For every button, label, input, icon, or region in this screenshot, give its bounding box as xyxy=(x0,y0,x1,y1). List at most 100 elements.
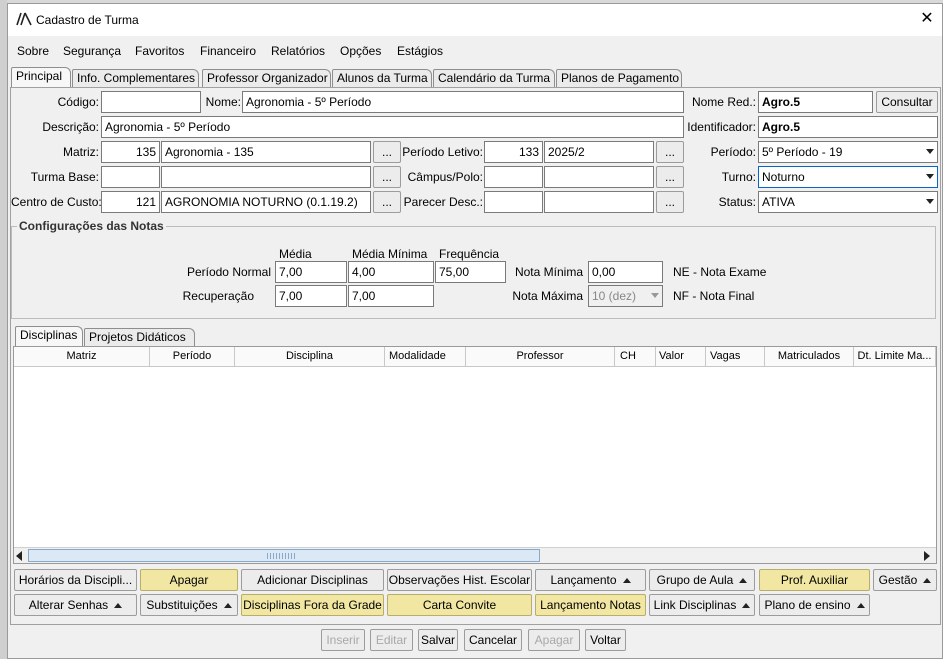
nota-maxima-label: Nota Máxima xyxy=(512,289,583,303)
turma-base-lookup-button[interactable]: ... xyxy=(373,166,401,188)
menu-relatorios[interactable]: Relatórios xyxy=(271,44,325,58)
nota-maxima-select: 10 (dez) xyxy=(588,285,663,307)
nome-field[interactable]: Agronomia - 5º Período xyxy=(242,91,684,113)
carta-convite-button[interactable]: Carta Convite xyxy=(387,594,532,616)
periodo-letivo-code-field[interactable]: 133 xyxy=(484,141,543,163)
grid-col-matriculados[interactable]: Matriculados xyxy=(765,347,854,367)
nota-minima-label: Nota Mínima xyxy=(514,265,583,279)
chevron-up-icon xyxy=(742,603,751,608)
rec-media-field[interactable]: 7,00 xyxy=(275,285,347,307)
parecer-lookup-button[interactable]: ... xyxy=(656,191,684,213)
ne-legend: NE - Nota Exame xyxy=(673,265,767,279)
centro-custo-code-field[interactable]: 121 xyxy=(101,191,160,213)
pn-media-field[interactable]: 7,00 xyxy=(275,261,347,283)
grid-col-ch[interactable]: CH xyxy=(615,347,656,367)
lancamento-notas-button[interactable]: Lançamento Notas xyxy=(535,594,646,616)
col-frequencia-header: Frequência xyxy=(439,247,500,261)
chevron-up-icon xyxy=(223,603,232,608)
sub-tabs: Disciplinas Projetos Didáticos xyxy=(15,326,415,346)
scroll-thumb[interactable] xyxy=(28,549,540,562)
tab-principal[interactable]: Principal xyxy=(11,67,71,87)
campus-code-field[interactable] xyxy=(484,166,543,188)
grid-col-professor[interactable]: Professor xyxy=(466,347,615,367)
matriz-lookup-button[interactable]: ... xyxy=(373,141,401,163)
periodo-select[interactable]: 5º Período - 19 xyxy=(758,141,938,163)
menu-estagios[interactable]: Estágios xyxy=(397,44,443,58)
substituicoes-menu-button[interactable]: Substituições xyxy=(140,594,238,616)
gestao-menu-button[interactable]: Gestão xyxy=(873,569,937,591)
grid-col-disciplina[interactable]: Disciplina xyxy=(235,347,385,367)
pn-frequencia-field[interactable]: 75,00 xyxy=(435,261,506,283)
observacoes-hist-escolar-button[interactable]: Observações Hist. Escolar xyxy=(387,569,532,591)
centro-custo-name-field[interactable]: AGRONOMIA NOTURNO (0.1.19.2) xyxy=(161,191,371,213)
tab-alunos-turma[interactable]: Alunos da Turma xyxy=(332,69,432,87)
scroll-right-icon[interactable] xyxy=(924,551,930,561)
codigo-label: Código: xyxy=(57,95,99,109)
grid-col-periodo[interactable]: Período xyxy=(150,347,235,367)
voltar-button[interactable]: Voltar xyxy=(585,629,626,651)
turno-select[interactable]: Noturno xyxy=(758,166,938,188)
matriz-code-field[interactable]: 135 xyxy=(101,141,160,163)
tab-planos-pagamento[interactable]: Planos de Pagamento xyxy=(556,69,682,87)
campus-name-field[interactable] xyxy=(544,166,654,188)
periodo-letivo-lookup-button[interactable]: ... xyxy=(656,141,684,163)
tab-calendario-turma[interactable]: Calendário da Turma xyxy=(433,69,555,87)
parecer-name-field[interactable] xyxy=(544,191,654,213)
lancamento-menu-button[interactable]: Lançamento xyxy=(535,569,646,591)
disciplinas-fora-grade-button[interactable]: Disciplinas Fora da Grade xyxy=(241,594,384,616)
plano-ensino-label: Plano de ensino xyxy=(764,598,851,612)
nota-minima-field[interactable]: 0,00 xyxy=(588,261,663,283)
cancelar-button[interactable]: Cancelar xyxy=(464,629,522,651)
chevron-down-icon xyxy=(926,149,934,154)
consultar-button[interactable]: Consultar xyxy=(876,91,938,113)
alterar-senhas-menu-button[interactable]: Alterar Senhas xyxy=(14,594,137,616)
turma-base-code-field[interactable] xyxy=(101,166,160,188)
codigo-field[interactable] xyxy=(101,91,201,113)
campus-lookup-button[interactable]: ... xyxy=(656,166,684,188)
tab-info-complementares[interactable]: Info. Complementares xyxy=(72,69,199,87)
editar-button[interactable]: Editar xyxy=(370,629,413,651)
grid-col-dt-limite[interactable]: Dt. Limite Ma... xyxy=(854,347,936,367)
parecer-code-field[interactable] xyxy=(484,191,543,213)
menu-financeiro[interactable]: Financeiro xyxy=(200,44,256,58)
recuperacao-label: Recuperação xyxy=(182,289,254,303)
adicionar-disciplinas-button[interactable]: Adicionar Disciplinas xyxy=(241,569,384,591)
rec-media-minima-field[interactable]: 7,00 xyxy=(348,285,434,307)
plano-ensino-menu-button[interactable]: Plano de ensino xyxy=(759,594,870,616)
grupo-aula-menu-button[interactable]: Grupo de Aula xyxy=(649,569,755,591)
apagar-button[interactable]: Apagar xyxy=(528,629,580,651)
grid-col-vagas[interactable]: Vagas xyxy=(706,347,765,367)
centro-custo-lookup-button[interactable]: ... xyxy=(373,191,401,213)
link-disciplinas-menu-button[interactable]: Link Disciplinas xyxy=(649,594,755,616)
subtab-projetos-didaticos[interactable]: Projetos Didáticos xyxy=(84,328,195,346)
horarios-disciplina-button[interactable]: Horários da Discipli... xyxy=(14,569,137,591)
menu-seguranca[interactable]: Segurança xyxy=(63,44,121,58)
pn-media-minima-field[interactable]: 4,00 xyxy=(348,261,434,283)
tab-professor-organizador[interactable]: Professor Organizador xyxy=(202,69,331,87)
apagar-disciplina-button[interactable]: Apagar xyxy=(140,569,238,591)
subtab-disciplinas[interactable]: Disciplinas xyxy=(15,326,83,346)
prof-auxiliar-button[interactable]: Prof. Auxiliar xyxy=(759,569,870,591)
menu-sobre[interactable]: Sobre xyxy=(17,44,49,58)
descricao-field[interactable]: Agronomia - 5º Período xyxy=(101,116,684,138)
horizontal-scrollbar[interactable] xyxy=(14,547,936,563)
grid-col-matriz[interactable]: Matriz xyxy=(14,347,150,367)
chevron-down-icon xyxy=(651,293,659,298)
menu-favoritos[interactable]: Favoritos xyxy=(135,44,184,58)
periodo-letivo-name-field[interactable]: 2025/2 xyxy=(544,141,654,163)
scroll-left-icon[interactable] xyxy=(16,551,22,561)
turma-base-name-field[interactable] xyxy=(161,166,371,188)
close-icon[interactable]: ✕ xyxy=(918,9,936,29)
salvar-button[interactable]: Salvar xyxy=(418,629,458,651)
menu-opcoes[interactable]: Opções xyxy=(340,44,381,58)
periodo-letivo-label: Período Letivo: xyxy=(402,145,483,159)
chevron-up-icon xyxy=(856,603,865,608)
grid-col-modalidade[interactable]: Modalidade xyxy=(385,347,466,367)
status-select[interactable]: ATIVA xyxy=(758,191,938,213)
identificador-field[interactable]: Agro.5 xyxy=(758,116,938,138)
main-tabs: Principal Info. Complementares Professor… xyxy=(11,67,939,87)
nome-red-field[interactable]: Agro.5 xyxy=(758,91,873,113)
grid-col-valor[interactable]: Valor xyxy=(656,347,706,367)
inserir-button[interactable]: Inserir xyxy=(321,629,365,651)
matriz-name-field[interactable]: Agronomia - 135 xyxy=(161,141,371,163)
